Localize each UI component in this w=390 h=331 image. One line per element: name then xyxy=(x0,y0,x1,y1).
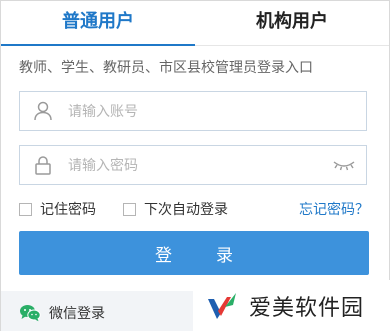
tab-institution-user[interactable]: 机构用户 xyxy=(195,1,389,45)
password-input[interactable] xyxy=(66,146,330,186)
remember-password-label: 记住密码 xyxy=(40,202,96,218)
account-field[interactable] xyxy=(19,91,367,132)
login-panel: 普通用户 机构用户 教师、学生、教研员、市区县校管理员登录入口 记住密码 xyxy=(0,0,390,331)
wechat-login-label: 微信登录 xyxy=(49,306,105,322)
tab-regular-user[interactable]: 普通用户 xyxy=(1,1,195,46)
wechat-icon xyxy=(20,305,41,322)
login-button[interactable]: 登录 xyxy=(19,231,369,275)
watermark: 爱美软件园 xyxy=(193,280,390,331)
login-options: 记住密码 下次自动登录 忘记密码？ xyxy=(19,199,369,219)
auto-login-label: 下次自动登录 xyxy=(144,202,228,218)
lock-icon xyxy=(35,156,51,175)
login-hint: 教师、学生、教研员、市区县校管理员登录入口 xyxy=(19,60,313,76)
user-icon xyxy=(34,101,52,121)
watermark-logo-icon xyxy=(208,293,236,319)
watermark-text: 爱美软件园 xyxy=(249,296,365,321)
account-input[interactable] xyxy=(66,92,330,132)
wechat-login[interactable]: 微信登录 xyxy=(19,303,105,323)
auto-login-option[interactable]: 下次自动登录 xyxy=(123,199,228,219)
remember-password-checkbox[interactable] xyxy=(19,202,32,216)
login-tabs: 普通用户 机构用户 xyxy=(1,1,389,46)
remember-password-option[interactable]: 记住密码 xyxy=(19,199,96,219)
forgot-password-link[interactable]: 忘记密码？ xyxy=(299,199,369,219)
auto-login-checkbox[interactable] xyxy=(123,202,136,216)
password-field[interactable] xyxy=(19,145,367,186)
eye-closed-icon[interactable] xyxy=(332,157,356,173)
